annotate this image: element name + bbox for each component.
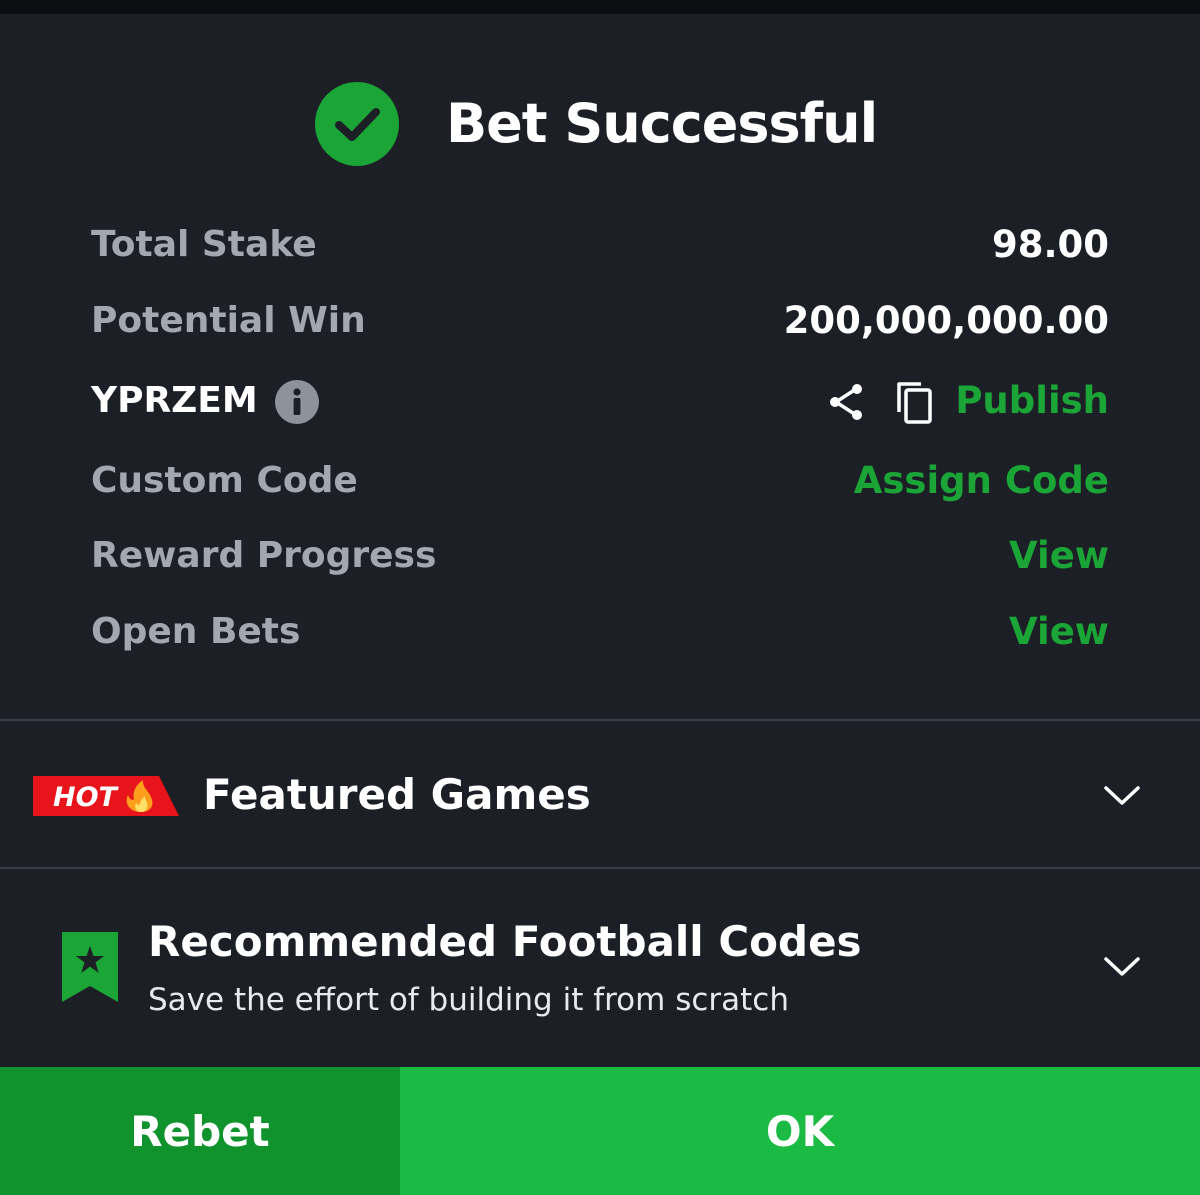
copy-icon[interactable]: [893, 378, 937, 426]
chevron-down-icon[interactable]: [1103, 784, 1141, 808]
reward-progress-view-button[interactable]: View: [1009, 531, 1109, 581]
share-icon[interactable]: [825, 380, 869, 424]
check-circle-icon: [315, 82, 399, 166]
total-stake-value: 98.00: [991, 223, 1109, 266]
chevron-down-icon[interactable]: [1103, 955, 1141, 979]
total-stake-label: Total Stake: [91, 224, 317, 265]
total-stake-row: Total Stake 98.00: [91, 220, 1109, 270]
recommended-codes-subtitle: Save the effort of building it from scra…: [148, 982, 789, 1018]
open-bets-view-button[interactable]: View: [1009, 607, 1109, 657]
info-icon[interactable]: [275, 380, 319, 424]
open-bets-row: Open Bets View: [91, 607, 1109, 657]
divider: [0, 719, 1200, 721]
custom-code-label: Custom Code: [91, 460, 358, 501]
rebet-button[interactable]: Rebet: [0, 1067, 400, 1195]
publish-button[interactable]: Publish: [955, 376, 1109, 426]
custom-code-row: Custom Code Assign Code: [91, 456, 1109, 506]
status-bar-strip: [0, 0, 1200, 14]
potential-win-label: Potential Win: [91, 300, 366, 341]
reward-progress-row: Reward Progress View: [91, 531, 1109, 581]
booking-code-row: YPRZEM Publish: [91, 376, 1109, 426]
potential-win-value: 200,000,000.00: [783, 299, 1109, 342]
ok-button[interactable]: OK: [400, 1067, 1200, 1195]
assign-code-button[interactable]: Assign Code: [854, 456, 1109, 506]
page-title: Bet Successful: [446, 92, 878, 155]
potential-win-row: Potential Win 200,000,000.00: [91, 296, 1109, 346]
recommended-codes-title: Recommended Football Codes: [148, 917, 862, 966]
open-bets-label: Open Bets: [91, 611, 301, 652]
bookmark-star-icon: [62, 932, 118, 1002]
hot-badge-label: HOT: [53, 782, 120, 813]
booking-code: YPRZEM: [91, 380, 258, 421]
featured-games-title: Featured Games: [203, 770, 591, 819]
hot-badge: HOT: [33, 776, 179, 816]
divider: [0, 867, 1200, 869]
reward-progress-label: Reward Progress: [91, 535, 437, 576]
